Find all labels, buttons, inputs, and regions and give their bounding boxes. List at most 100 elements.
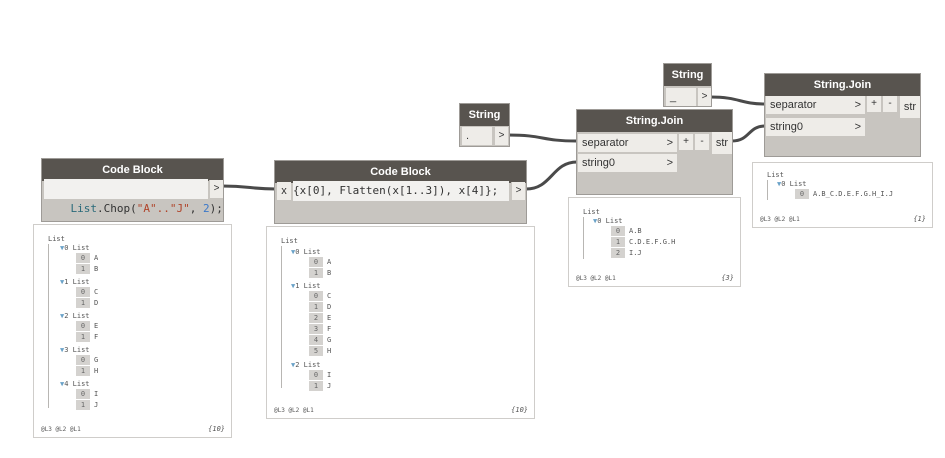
code-block-node-chop[interactable]: Code Block List.Chop("A".."J", 2); >	[41, 158, 224, 222]
list-group: ▼0 List	[60, 243, 90, 253]
node-title: String.Join	[577, 110, 732, 132]
port-label: string0	[582, 157, 616, 169]
list-group: ▼1 List	[291, 281, 321, 291]
output-port-str[interactable]: str	[712, 132, 732, 154]
item-value: G	[327, 336, 332, 344]
string-input[interactable]: _	[666, 88, 696, 106]
output-port-str[interactable]: str	[900, 96, 920, 118]
wire-code1-to-code2[interactable]	[221, 184, 277, 191]
add-input-button[interactable]: +	[679, 134, 693, 150]
port-label: separator	[770, 99, 817, 111]
group-label: List	[303, 282, 321, 290]
group-index: 1	[295, 282, 300, 290]
item-index: 2	[611, 248, 625, 258]
wire-str1-to-join1-separator[interactable]	[507, 133, 578, 143]
list-item: 1B	[76, 264, 98, 274]
output-port[interactable]: >	[494, 127, 508, 145]
code-editor[interactable]: {x[0], Flatten(x[1..3]), x[4]};	[293, 181, 509, 201]
group-index: 0	[597, 217, 602, 225]
wire-code2-to-join1-string0[interactable]	[525, 160, 578, 191]
group-label: List	[72, 278, 90, 286]
list-item: 0C	[76, 287, 98, 297]
node-title: Code Block	[42, 159, 223, 181]
level-selector[interactable]: @L3 @L2 @L1	[41, 426, 81, 433]
preview-bubble-code2[interactable]: List ▼0 List 0A 1B ▼1 List 0C 1D 2E 3F 4…	[266, 226, 535, 419]
code-editor[interactable]: List.Chop("A".."J", 2);	[44, 179, 223, 215]
string-join-node-1[interactable]: String.Join separator > string0 > + - st…	[576, 109, 733, 195]
input-port-x[interactable]: x	[277, 182, 291, 200]
code-token: );	[209, 202, 223, 215]
list-item: 0 A.B_C.D.E.F.G.H_I.J	[795, 189, 893, 199]
wire-str2-to-join2-separator[interactable]	[709, 95, 766, 106]
list-item: 1D	[76, 298, 98, 308]
item-value: H	[327, 347, 332, 355]
string-node-dot[interactable]: String . >	[459, 103, 510, 147]
list-item: 5H	[309, 346, 331, 356]
code-token: ,	[189, 202, 203, 215]
item-index: 1	[309, 302, 323, 312]
list-item: 0A	[76, 253, 98, 263]
string-join-node-2[interactable]: String.Join separator > string0 > + - st…	[764, 73, 921, 157]
remove-input-button[interactable]: -	[883, 96, 897, 112]
port-label: string0	[770, 121, 804, 133]
input-port-string0[interactable]: string0 >	[766, 118, 865, 136]
list-group: ▼0 List	[593, 216, 623, 226]
group-index: 2	[64, 312, 69, 320]
item-index: 0	[309, 257, 323, 267]
list-item: 0E	[76, 321, 98, 331]
node-title: String.Join	[765, 74, 920, 96]
input-port-string0[interactable]: string0 >	[578, 154, 677, 172]
item-index: 1	[309, 381, 323, 391]
item-value: J	[94, 401, 99, 409]
group-index: 2	[295, 361, 300, 369]
group-index: 3	[64, 346, 69, 354]
output-port[interactable]: >	[697, 88, 711, 106]
level-selector[interactable]: @L3 @L2 @L1	[274, 407, 314, 414]
group-label: List	[303, 361, 321, 369]
level-selector[interactable]: @L3 @L2 @L1	[760, 216, 800, 223]
code-block-node-flatten[interactable]: Code Block x {x[0], Flatten(x[1..3]), x[…	[274, 160, 527, 224]
add-input-button[interactable]: +	[867, 96, 881, 112]
list-item: 0A	[309, 257, 331, 267]
string-node-underscore[interactable]: String _ >	[663, 63, 712, 107]
tree-root-label: List	[281, 237, 298, 245]
level-selector[interactable]: @L3 @L2 @L1	[576, 275, 616, 282]
tree-line	[48, 244, 49, 408]
list-item: 2E	[309, 313, 331, 323]
list-item: 1H	[76, 366, 98, 376]
item-value: J	[327, 382, 332, 390]
item-value: F	[327, 325, 332, 333]
list-item: 3F	[309, 324, 331, 334]
remove-input-button[interactable]: -	[695, 134, 709, 150]
preview-bubble-code1[interactable]: List ▼0 List 0A 1B ▼1 List 0C 1D ▼2 List…	[33, 224, 232, 438]
tree-line	[767, 180, 768, 200]
item-index: 0	[795, 189, 809, 199]
preview-bubble-join2[interactable]: List ▼0 List 0 A.B_C.D.E.F.G.H_I.J @L3 @L…	[752, 162, 933, 228]
item-index: 1	[611, 237, 625, 247]
output-port[interactable]: >	[511, 182, 525, 200]
code-token: 2	[202, 202, 210, 215]
wire-join1-to-join2-string0[interactable]	[731, 124, 766, 143]
node-title: String	[460, 104, 509, 126]
group-label: List	[72, 346, 90, 354]
list-item: 4G	[309, 335, 331, 345]
item-index: 0	[76, 287, 90, 297]
item-index: 0	[76, 321, 90, 331]
preview-bubble-join1[interactable]: List ▼0 List 0 A.B 1 C.D.E.F.G.H 2 I.J @L3 …	[568, 197, 741, 287]
group-label: List	[789, 180, 807, 188]
input-port-separator[interactable]: separator >	[578, 134, 677, 152]
port-arrow: >	[666, 157, 673, 169]
item-value: I	[327, 371, 332, 379]
string-input[interactable]: .	[462, 127, 492, 145]
output-port[interactable]: >	[209, 180, 223, 198]
item-index: 1	[76, 298, 90, 308]
group-label: List	[303, 248, 321, 256]
input-port-separator[interactable]: separator >	[766, 96, 865, 114]
list-item: 0 A.B	[611, 226, 642, 236]
list-group: ▼0 List	[777, 179, 807, 189]
item-count: {10}	[208, 425, 225, 433]
item-index: 0	[309, 291, 323, 301]
list-item: 0C	[309, 291, 331, 301]
item-value: B	[327, 269, 332, 277]
item-index: 3	[309, 324, 323, 334]
